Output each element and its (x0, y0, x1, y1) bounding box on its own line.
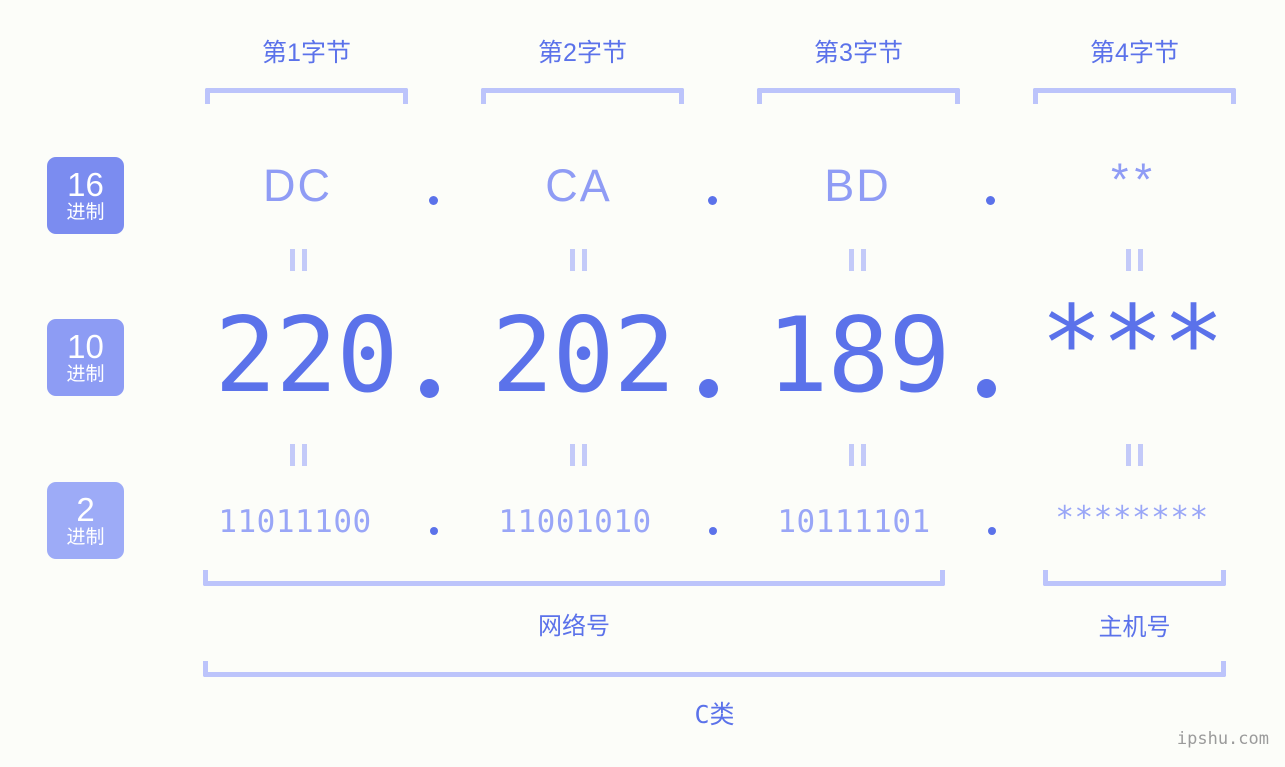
ip-class-bracket (203, 661, 1226, 677)
equals-sign-dec-bin-2 (570, 444, 587, 466)
equals-sign-dec-bin-4 (1126, 444, 1143, 466)
byte-header-label-2: 第2字节 (538, 39, 627, 67)
radix-badge-binary-suffix: 进制 (66, 527, 105, 548)
network-segment-label: 网络号 (538, 613, 610, 640)
decimal-byte-1: 220 (214, 296, 398, 416)
binary-byte-1: 11011100 (218, 504, 372, 540)
radix-badge-hex-number: 16 (67, 166, 104, 203)
byte-bracket-3 (757, 88, 960, 104)
decimal-separator-dot-1 (420, 379, 439, 398)
binary-byte-4: ******** (1055, 500, 1209, 536)
host-segment-bracket (1043, 570, 1226, 586)
network-segment-bracket (203, 570, 945, 586)
byte-header-label-4: 第4字节 (1090, 39, 1179, 67)
binary-byte-3: 10111101 (777, 504, 931, 540)
equals-sign-hex-dec-3 (849, 249, 866, 271)
radix-badge-binary: 2 进制 (47, 482, 124, 559)
decimal-byte-4: *** (1040, 284, 1224, 404)
equals-sign-dec-bin-1 (290, 444, 307, 466)
hex-byte-1: DC (263, 160, 332, 211)
byte-bracket-1 (205, 88, 408, 104)
equals-sign-hex-dec-4 (1126, 249, 1143, 271)
radix-badge-hex: 16 进制 (47, 157, 124, 234)
ip-breakdown-diagram: 第1字节 第2字节 第3字节 第4字节 16 进制 10 进制 2 进制 DC … (0, 0, 1285, 767)
radix-badge-decimal-suffix: 进制 (66, 364, 105, 385)
binary-byte-2: 11001010 (498, 504, 652, 540)
host-segment-label: 主机号 (1098, 614, 1171, 641)
decimal-separator-dot-2 (699, 379, 718, 398)
hex-separator-dot-1 (429, 196, 438, 205)
decimal-separator-dot-3 (977, 379, 996, 398)
binary-separator-dot-2 (709, 527, 717, 535)
byte-header-label-3: 第3字节 (814, 39, 903, 67)
site-watermark: ipshu.com (1176, 729, 1269, 749)
decimal-byte-2: 202 (491, 296, 675, 416)
byte-header-label-1: 第1字节 (262, 39, 351, 67)
decimal-byte-3: 189 (766, 296, 950, 416)
equals-sign-hex-dec-2 (570, 249, 587, 271)
radix-badge-decimal-number: 10 (67, 328, 104, 365)
hex-separator-dot-3 (986, 196, 995, 205)
radix-badge-hex-suffix: 进制 (66, 202, 105, 223)
hex-byte-4: ** (1110, 154, 1159, 205)
radix-badge-binary-number: 2 (76, 491, 95, 528)
hex-byte-3: BD (824, 160, 891, 211)
binary-separator-dot-1 (430, 527, 438, 535)
binary-separator-dot-3 (988, 527, 996, 535)
ip-class-label: C类 (694, 700, 735, 729)
byte-bracket-4 (1033, 88, 1236, 104)
hex-separator-dot-2 (708, 196, 717, 205)
byte-bracket-2 (481, 88, 684, 104)
hex-byte-2: CA (545, 160, 612, 211)
equals-sign-hex-dec-1 (290, 249, 307, 271)
radix-badge-decimal: 10 进制 (47, 319, 124, 396)
equals-sign-dec-bin-3 (849, 444, 866, 466)
